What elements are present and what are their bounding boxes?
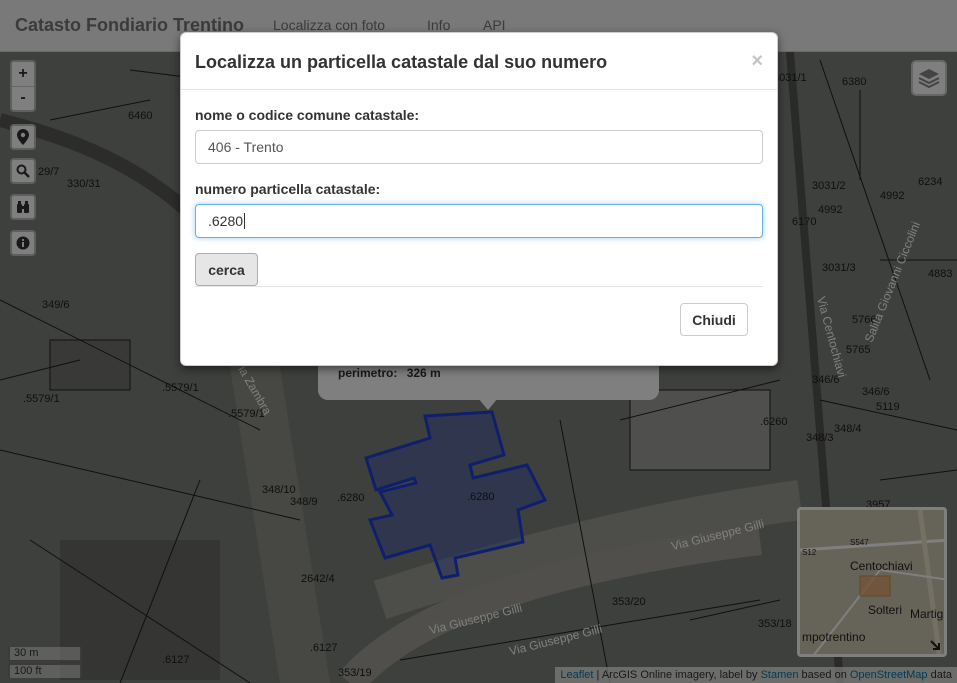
search-submit-button[interactable]: cerca [195,253,258,286]
particella-input[interactable]: .6280 [195,204,763,238]
particella-value: .6280 [208,213,244,229]
modal-title: Localizza un particella catastale dal su… [195,52,608,72]
particella-label: numero particella catastale: [195,181,381,197]
search-parcel-modal: Localizza un particella catastale dal su… [180,32,778,366]
close-modal-button[interactable]: Chiudi [680,303,748,336]
modal-header: Localizza un particella catastale dal su… [181,33,777,90]
text-cursor [244,213,246,229]
comune-label: nome o codice comune catastale: [195,107,420,123]
comune-input[interactable]: 406 - Trento [195,130,763,164]
close-icon[interactable]: × [751,50,763,73]
modal-divider [195,286,763,287]
